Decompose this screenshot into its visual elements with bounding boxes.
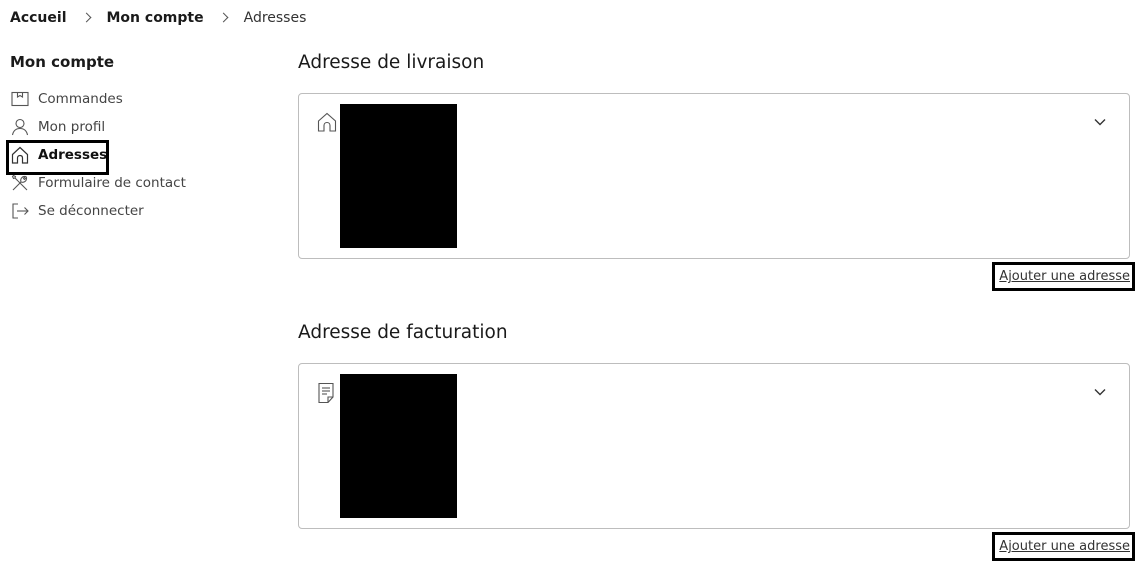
logout-icon xyxy=(10,201,30,221)
breadcrumb: Accueil Mon compte Adresses xyxy=(10,9,306,27)
sidebar-item-profile[interactable]: Mon profil xyxy=(10,113,230,141)
shipping-address-title: Adresse de livraison xyxy=(298,52,485,73)
user-icon xyxy=(10,117,30,137)
sidebar-item-label: Formulaire de contact xyxy=(38,175,186,191)
sidebar-item-label: Adresses xyxy=(38,147,108,163)
add-shipping-address-link[interactable]: Ajouter une adresse xyxy=(992,262,1135,291)
billing-address-title: Adresse de facturation xyxy=(298,322,508,343)
orders-icon xyxy=(10,89,30,109)
home-icon xyxy=(10,145,30,165)
breadcrumb-current: Adresses xyxy=(243,10,307,26)
chevron-right-icon xyxy=(204,9,244,27)
sidebar-item-label: Commandes xyxy=(38,91,123,107)
breadcrumb-home-link[interactable]: Accueil xyxy=(10,9,67,27)
breadcrumb-account-link[interactable]: Mon compte xyxy=(107,9,204,27)
shipping-address-card[interactable] xyxy=(298,93,1130,259)
home-icon xyxy=(317,112,337,134)
account-sidebar: Mon compte Commandes Mon profil Adresses… xyxy=(6,52,230,225)
sidebar-item-label: Se déconnecter xyxy=(38,203,144,219)
sidebar-item-orders[interactable]: Commandes xyxy=(10,85,230,113)
page: Accueil Mon compte Adresses Mon compte C… xyxy=(0,0,1140,568)
tools-icon xyxy=(10,173,30,193)
chevron-down-icon[interactable] xyxy=(1093,114,1107,128)
sidebar-item-addresses[interactable]: Adresses xyxy=(6,140,230,175)
sidebar-title: Mon compte xyxy=(10,53,115,71)
chevron-right-icon xyxy=(67,9,107,27)
sidebar-item-contact-form[interactable]: Formulaire de contact xyxy=(10,169,230,197)
billing-address-card[interactable] xyxy=(298,363,1130,529)
document-icon xyxy=(317,382,337,404)
sidebar-item-label: Mon profil xyxy=(38,119,106,135)
add-billing-address-link[interactable]: Ajouter une adresse xyxy=(992,532,1135,561)
redacted-address-block xyxy=(340,374,457,518)
redacted-address-block xyxy=(340,104,457,248)
chevron-down-icon[interactable] xyxy=(1093,384,1107,398)
sidebar-item-logout[interactable]: Se déconnecter xyxy=(10,197,230,225)
